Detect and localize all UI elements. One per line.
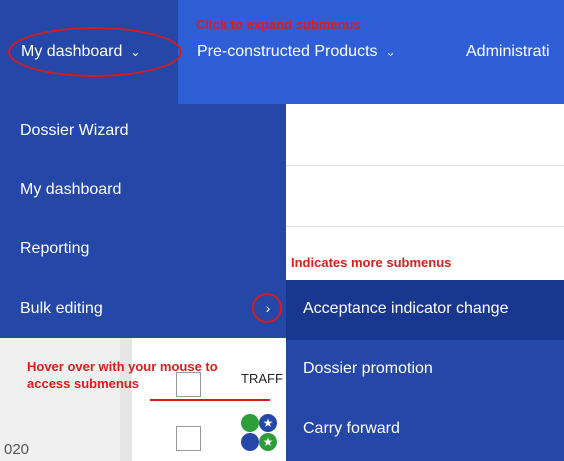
annotation-circle-dashboard — [8, 27, 182, 77]
submenu-item-acceptance-indicator-change[interactable]: Acceptance indicator change — [303, 300, 508, 318]
menu-item-bulk-editing[interactable]: Bulk editing — [20, 300, 103, 318]
chevron-down-icon: ⌄ — [385, 45, 396, 59]
annotation-circle-arrow — [252, 293, 282, 323]
annotation-click-to-expand: Click to expand submenus — [196, 17, 361, 32]
nav-pre-constructed-products[interactable]: Pre-constructed Products ⌄ — [197, 43, 396, 61]
menu-item-reporting[interactable]: Reporting — [20, 240, 89, 258]
blue-status-icon — [241, 433, 259, 451]
annotation-more-submenus: Indicates more submenus — [291, 255, 452, 270]
nav-administration[interactable]: Administrati — [466, 43, 550, 61]
table-cell-year: 020 — [4, 441, 30, 458]
star-icon: ★ — [259, 414, 277, 432]
content-divider — [286, 226, 564, 227]
content-divider — [286, 165, 564, 166]
menu-item-my-dashboard[interactable]: My dashboard — [20, 181, 121, 199]
star-icon: ★ — [259, 433, 277, 451]
nav-pre-constructed-label: Pre-constructed Products — [197, 43, 378, 60]
nav-administration-label: Administrati — [466, 43, 550, 60]
green-status-icon — [241, 414, 259, 432]
menu-item-dossier-wizard[interactable]: Dossier Wizard — [20, 122, 128, 140]
row-checkbox[interactable] — [176, 426, 201, 451]
table-divider — [120, 338, 132, 461]
table-header-traffic: TRAFF — [241, 371, 283, 386]
submenu-item-dossier-promotion[interactable]: Dossier promotion — [303, 360, 433, 378]
annotation-underline — [150, 399, 270, 401]
annotation-hover-instructions: Hover over with your mouse to access sub… — [27, 359, 218, 391]
submenu-item-carry-forward[interactable]: Carry forward — [303, 420, 400, 438]
